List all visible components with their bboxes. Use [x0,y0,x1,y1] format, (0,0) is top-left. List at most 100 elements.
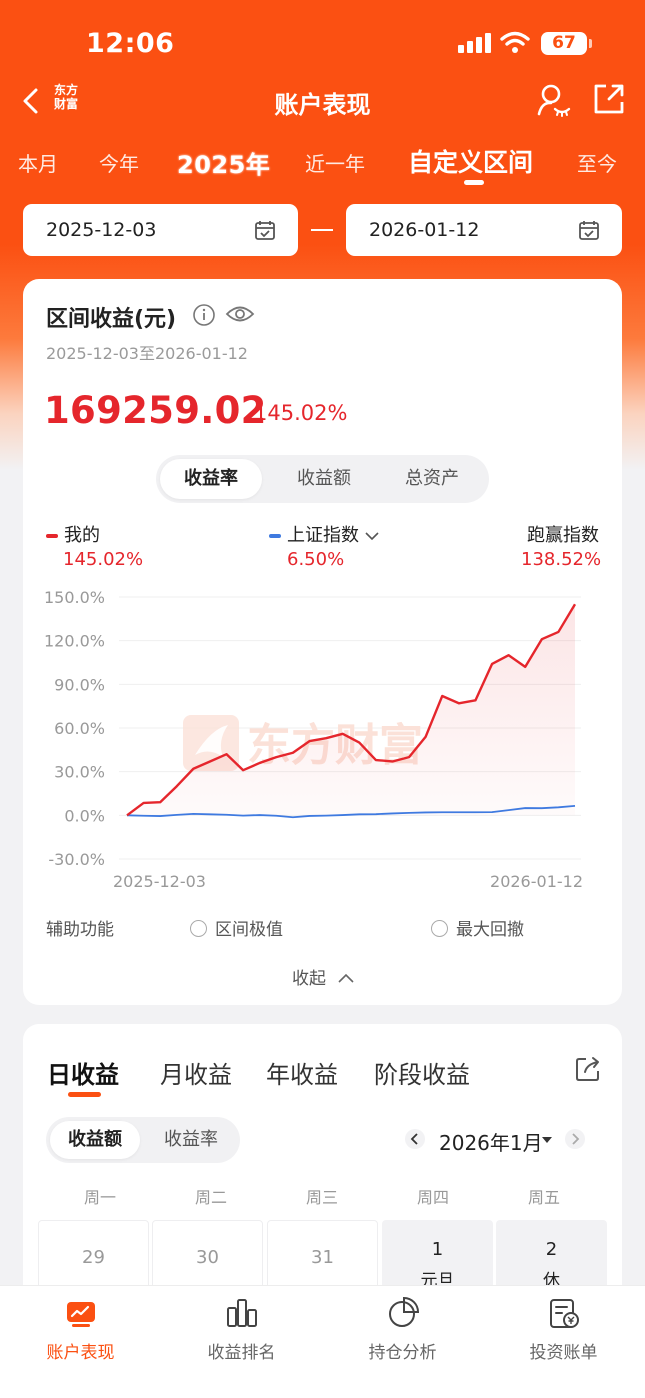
return-rate-chart[interactable]: 东方财富 150.0%120.0%90.0%60.0%30.0%0.0%-30.… [23,579,622,889]
date-range-text: 2025-12-03至2026-01-12 [46,344,248,363]
period-tabs: 本月 今年 2025年 近一年 自定义区间 至今 [0,140,645,190]
wifi-icon [500,31,530,53]
y-tick-label: 90.0% [54,675,105,694]
option-range-extremes[interactable]: 区间极值 [190,915,283,940]
calendar-metric-switch: 收益额 收益率 [46,1117,240,1163]
tab-total-assets[interactable]: 总资产 [381,459,483,499]
end-date-field[interactable]: 2026-01-12 [346,204,622,256]
tab-daily-returns[interactable]: 日收益 [47,1055,119,1090]
weekday-tue: 周二 [194,1188,227,1207]
end-date-value: 2026-01-12 [369,219,480,241]
pie-chart-icon [389,1296,420,1327]
nav-label: 投资账单 [529,1343,598,1363]
x-tick-label: 2025-12-03 [113,872,206,889]
tab-yearly-returns[interactable]: 年收益 [266,1055,338,1090]
top-navigation: 东方 财富 账户表现 [0,76,645,126]
tab-return-rate[interactable]: 收益率 [160,459,262,499]
y-tick-label: 60.0% [54,719,105,738]
bottom-navigation: 账户表现 收益排名 持仓分析 投资账单 [0,1285,645,1398]
battery-icon: 67 [541,32,592,55]
calendar-icon [579,221,599,240]
export-icon[interactable] [574,1055,602,1083]
range-return-card: 区间收益(元) 2025-12-03至2026-01-12 169259.02 … [23,279,622,1005]
user-privacy-icon[interactable] [536,82,572,118]
option-max-drawdown[interactable]: 最大回撤 [431,915,524,940]
returns-calendar-card: 日收益 月收益 年收益 阶段收益 收益额 收益率 2026年1月 周一 周二 周… [23,1024,622,1330]
weekday-mon: 周一 [83,1188,116,1207]
calendar-day-number: 29 [82,1247,105,1268]
weekday-thu: 周四 [416,1188,449,1207]
y-axis-ticks: 150.0% 120.0% 90.0% 60.0% 30.0% 0.0% -30.0% [44,588,105,869]
weekday-fri: 周五 [527,1188,560,1207]
return-amount: 169259.02 [44,389,267,432]
start-date-value: 2025-12-03 [46,219,157,241]
legend-index-swatch [269,534,281,538]
status-time: 12:06 [86,28,175,59]
nav-investment-bill[interactable]: 投资账单 [483,1286,644,1398]
tab-2025[interactable]: 2025年 [177,145,270,180]
legend-index[interactable]: 上证指数 [269,521,379,547]
nav-label: 收益排名 [207,1343,276,1363]
nav-label: 账户表现 [46,1343,115,1363]
legend-mine-swatch [46,534,58,538]
returns-tab-indicator [68,1092,101,1097]
tab-this-year[interactable]: 今年 [99,148,139,177]
caret-down-icon[interactable] [542,1137,552,1143]
tab-monthly-returns[interactable]: 月收益 [160,1055,232,1090]
chart-trend-icon [67,1302,95,1327]
calendar-day-number: 30 [196,1247,219,1268]
y-tick-label: 150.0% [44,588,105,607]
option-max-drawdown-label: 最大回撤 [456,920,524,940]
aux-function-label: 辅助功能 [46,920,114,940]
date-range-separator [311,229,333,231]
tab-this-month[interactable]: 本月 [18,148,58,177]
month-selector[interactable]: 2026年1月 [439,1127,543,1156]
chart-plot-area [126,603,577,819]
tab-calendar-rate[interactable]: 收益率 [146,1121,236,1159]
nav-label: 持仓分析 [368,1343,437,1363]
y-tick-label: 30.0% [54,763,105,782]
y-tick-label: 120.0% [44,632,105,651]
chevron-down-icon [365,532,379,541]
share-icon[interactable] [592,82,626,116]
calendar-icon [255,221,275,240]
chevron-up-icon [338,973,354,983]
tab-custom-range[interactable]: 自定义区间 [408,143,533,179]
tab-last-year[interactable]: 近一年 [305,148,365,177]
previous-month-icon[interactable] [404,1126,426,1152]
radio-circle-icon [431,920,448,937]
calendar-day-number: 1 [431,1239,444,1260]
chart-metric-switch: 收益率 收益额 总资产 [156,455,489,503]
return-rate: 145.02% [254,401,348,425]
collapse-button[interactable]: 收起 [292,964,355,989]
legend-beat-label: 跑赢指数 [527,525,599,546]
info-icon[interactable] [192,303,216,327]
range-return-title: 区间收益(元) [46,307,177,332]
nav-holding-analysis[interactable]: 持仓分析 [322,1286,483,1398]
status-bar: 12:06 67 [0,0,645,86]
weekday-wed: 周三 [305,1188,338,1207]
tab-stage-returns[interactable]: 阶段收益 [374,1055,470,1090]
series-mine-area [127,604,575,816]
nav-return-ranking[interactable]: 收益排名 [161,1286,322,1398]
bill-icon [550,1299,579,1328]
eye-icon[interactable] [225,303,255,325]
legend-index-value: 6.50% [287,549,345,570]
bar-chart-icon [227,1299,257,1327]
tab-calendar-amount[interactable]: 收益额 [50,1121,140,1159]
y-tick-label: -30.0% [48,850,105,869]
x-tick-label: 2026-01-12 [490,872,583,889]
x-axis-ticks: 2025-12-03 2026-01-12 [113,872,583,889]
legend-beat-value: 138.52% [521,549,602,570]
tab-return-amount[interactable]: 收益额 [273,459,375,499]
radio-circle-icon [190,920,207,937]
tab-to-date[interactable]: 至今 [577,148,617,177]
y-tick-label: 0.0% [64,806,105,825]
active-tab-indicator [464,180,484,185]
collapse-label: 收起 [292,969,326,989]
nav-account-performance[interactable]: 账户表现 [0,1286,161,1398]
legend-mine-label: 我的 [64,525,100,546]
next-month-icon[interactable] [564,1126,586,1152]
cellular-signal-icon [458,33,492,53]
start-date-field[interactable]: 2025-12-03 [23,204,298,256]
